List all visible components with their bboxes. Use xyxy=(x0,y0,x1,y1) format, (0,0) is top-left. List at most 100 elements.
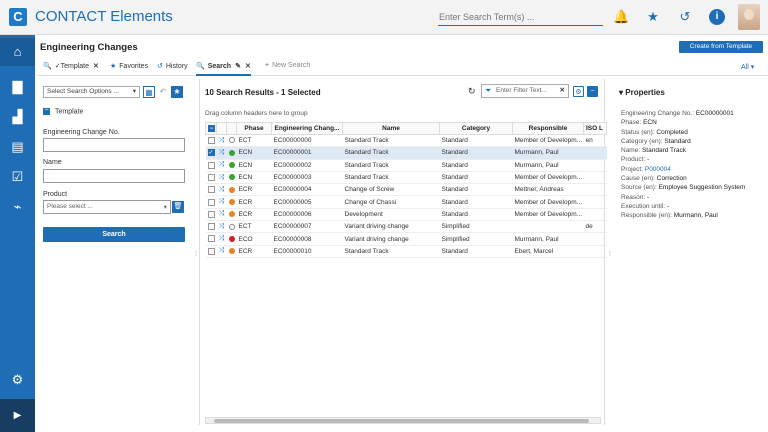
cell-ec-no-link[interactable]: EC00000010 xyxy=(271,245,343,258)
property-label: Engineering Change No.: xyxy=(621,110,694,117)
gear-icon[interactable]: ⚙ xyxy=(0,366,35,394)
col-iso[interactable]: ISO L xyxy=(583,122,607,135)
property-label: Responsible (en): xyxy=(621,212,672,220)
cell-ec-no-link[interactable]: EC00000006 xyxy=(271,208,343,222)
horizontal-scrollbar[interactable] xyxy=(205,417,601,424)
name-input[interactable] xyxy=(43,169,185,183)
cell-category: Standard xyxy=(439,183,513,197)
cell-name: Standard Track xyxy=(342,159,440,172)
table-row[interactable]: ✓ ⤨ ECN EC00000001 Standard Track Standard Mur… xyxy=(205,146,607,160)
settings-icon[interactable]: ⚙ xyxy=(573,86,584,97)
row-checkbox[interactable] xyxy=(205,195,217,209)
property-value: Standard xyxy=(664,137,691,145)
scroll-thumb[interactable] xyxy=(214,419,589,423)
calculator-icon[interactable]: ▦ xyxy=(143,86,155,98)
cell-ec-no-link[interactable]: EC00000007 xyxy=(271,220,343,234)
cell-ec-no-link[interactable]: EC00000002 xyxy=(271,159,343,172)
search-button[interactable]: Search xyxy=(43,227,185,242)
cell-ec-no-link[interactable]: EC00000000 xyxy=(271,134,343,148)
caret-down-icon[interactable]: ▾ xyxy=(619,88,623,97)
row-checkbox[interactable] xyxy=(205,134,217,148)
table-row[interactable]: ⤨ ECN EC00000002 Standard Track Standard Murm… xyxy=(205,159,607,172)
home-icon[interactable]: ⌂ xyxy=(0,38,35,66)
tab-history[interactable]: ↺ History xyxy=(157,62,188,76)
global-search-input[interactable]: Enter Search Term(s) ... xyxy=(438,10,603,26)
collapse-icon[interactable]: − xyxy=(43,107,50,115)
table-row[interactable]: ⤨ ECR EC00000010 Standard Track Standard Eber… xyxy=(205,245,607,258)
close-icon[interactable]: ✕ xyxy=(93,63,99,70)
properties-panel: ▾ Properties Engineering Change No.: EC0… xyxy=(612,79,768,425)
cell-responsible: Member of Developm... xyxy=(512,134,584,148)
template-section-title[interactable]: − Template xyxy=(43,107,83,115)
avatar[interactable] xyxy=(738,4,760,30)
create-from-template-button[interactable]: Create from Template xyxy=(679,41,763,53)
cell-category: Standard xyxy=(439,208,513,222)
edit-icon[interactable]: ✎ xyxy=(235,63,241,70)
property-value[interactable]: P000004 xyxy=(645,166,671,173)
row-checkbox[interactable] xyxy=(205,183,217,197)
tab-template[interactable]: 🔍 ✓Template ✕ xyxy=(43,62,99,76)
reset-icon[interactable]: ↶ xyxy=(157,86,169,98)
cell-ec-no-link[interactable]: EC00000001 xyxy=(271,146,343,160)
row-checkbox[interactable] xyxy=(205,208,217,222)
properties-title[interactable]: ▾ Properties xyxy=(619,88,665,97)
all-dropdown[interactable]: All ▾ xyxy=(741,63,754,71)
col-phase[interactable]: Phase xyxy=(236,122,272,135)
table-row[interactable]: ⤨ ECT EC00000007 Variant driving change Simp… xyxy=(205,220,607,234)
filter-input[interactable]: ⏷ Enter Filter Text... ✕ xyxy=(481,84,569,98)
tab-new-search[interactable]: + New Search xyxy=(265,62,310,76)
table-row[interactable]: ⤨ ECN EC00000003 Standard Track Standard Memb… xyxy=(205,171,607,185)
check-icon[interactable]: ☑ xyxy=(0,163,35,191)
sidebar: ⌂ ▇ ▟ ▤ ☑ ⌁ ⚙ ▶ xyxy=(0,35,35,432)
col-responsible[interactable]: Responsible xyxy=(512,122,584,135)
cell-ec-no-link[interactable]: EC00000005 xyxy=(271,195,343,209)
card-icon[interactable]: ▤ xyxy=(0,133,35,161)
contact-logo[interactable]: C xyxy=(9,8,27,26)
table-row[interactable]: ⤨ ECO EC00000008 Variant driving change Simp… xyxy=(205,232,607,246)
info-icon[interactable]: i xyxy=(709,9,725,25)
close-icon[interactable]: ✕ xyxy=(245,63,251,70)
property-row: Source (en): Employee Suggestion System xyxy=(621,183,745,192)
property-value: - xyxy=(647,193,650,201)
steps-icon[interactable]: ▟ xyxy=(0,103,35,131)
bell-icon[interactable]: 🔔 xyxy=(613,9,629,25)
trash-icon[interactable]: 🗑 xyxy=(172,201,184,213)
row-checkbox[interactable] xyxy=(205,171,217,185)
table-row[interactable]: ⤨ ECR EC00000004 Change of Screw Standard Met… xyxy=(205,183,607,197)
table-row[interactable]: ⤨ ECR EC00000006 Development Standard Member … xyxy=(205,208,607,222)
col-ec-no[interactable]: Engineering Chang... xyxy=(271,122,343,135)
cell-name: Standard Track xyxy=(342,134,440,148)
col-category[interactable]: Category xyxy=(439,122,513,135)
col-name[interactable]: Name xyxy=(342,122,440,135)
cell-name: Variant driving change xyxy=(342,232,440,246)
cell-responsible: Member of Developm... xyxy=(512,208,584,222)
table-row[interactable]: ⤨ ECT EC00000000 Standard Track Standard Memb… xyxy=(205,134,607,148)
clear-filter-icon[interactable]: ✕ xyxy=(560,85,565,97)
property-label: Project: xyxy=(621,165,644,173)
document-icon[interactable]: ▇ xyxy=(0,73,35,101)
cell-ec-no-link[interactable]: EC00000004 xyxy=(271,183,343,197)
star-icon[interactable]: ★ xyxy=(645,9,661,25)
cell-iso xyxy=(583,171,607,185)
favorite-star-icon[interactable]: ★ xyxy=(171,86,183,98)
row-checkbox[interactable] xyxy=(205,245,217,258)
refresh-icon[interactable]: ↻ xyxy=(468,86,476,97)
tab-search[interactable]: 🔍 Search ✎ ✕ xyxy=(196,62,251,76)
cell-ec-no-link[interactable]: EC00000003 xyxy=(271,171,343,185)
row-checkbox[interactable]: ✓ xyxy=(205,146,217,160)
cell-ec-no-link[interactable]: EC00000008 xyxy=(271,232,343,246)
pulse-icon[interactable]: ⌁ xyxy=(0,193,35,221)
row-checkbox[interactable] xyxy=(205,159,217,172)
search-options-select[interactable]: Select Search Options ... xyxy=(43,86,140,98)
select-all-checkbox[interactable]: − xyxy=(205,122,217,135)
tab-favorites[interactable]: ★ Favorites xyxy=(110,62,148,76)
row-checkbox[interactable] xyxy=(205,220,217,234)
row-checkbox[interactable] xyxy=(205,232,217,246)
table-row[interactable]: ⤨ ECR EC00000005 Change of Chassi Standard Me… xyxy=(205,195,607,209)
product-select[interactable]: Please select ... xyxy=(43,200,171,214)
collapse-panel-icon[interactable]: − xyxy=(587,86,598,97)
property-label: Category (en): xyxy=(621,137,663,145)
ec-no-input[interactable] xyxy=(43,138,185,152)
history-icon[interactable]: ↺ xyxy=(677,9,693,25)
expand-icon[interactable]: ▶ xyxy=(0,399,35,432)
